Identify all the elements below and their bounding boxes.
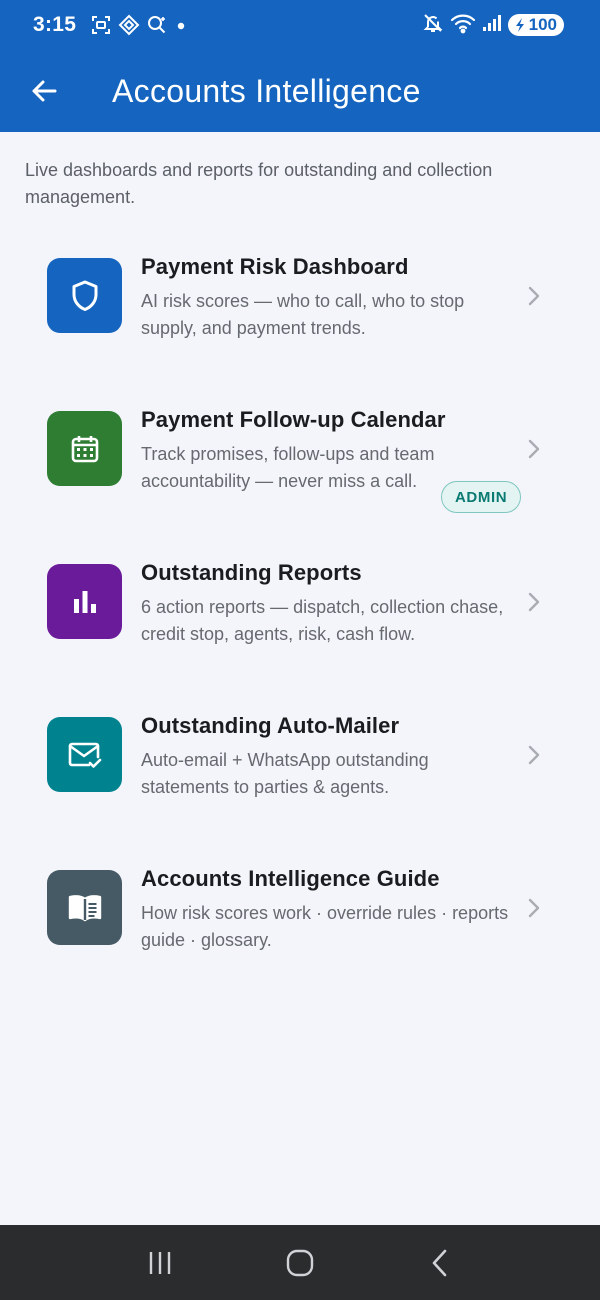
- mute-icon: [422, 12, 444, 39]
- intro-text: Live dashboards and reports for outstand…: [25, 160, 493, 207]
- system-nav-bar: [0, 1225, 600, 1300]
- dot-icon: [174, 14, 188, 36]
- menu-item-title: Outstanding Auto-Mailer: [141, 713, 400, 738]
- nav-back-button[interactable]: [405, 1233, 475, 1293]
- menu-item-description: 6 action reports — dispatch, collection …: [141, 597, 504, 644]
- menu-item-outstanding-reports[interactable]: Outstanding Reports 6 action reports — d…: [0, 536, 600, 689]
- menu-item-accounts-intelligence-guide[interactable]: Accounts Intelligence Guide How risk sco…: [0, 842, 600, 995]
- admin-badge: ADMIN: [441, 481, 522, 513]
- back-button[interactable]: [14, 61, 74, 121]
- menu-item-tile: [47, 717, 122, 792]
- arrow-left-icon: [32, 80, 57, 102]
- menu-list: Payment Risk Dashboard AI risk scores — …: [0, 230, 600, 995]
- page-title: Accounts Intelligence: [112, 72, 421, 109]
- menu-item-outstanding-auto-mailer[interactable]: Outstanding Auto-Mailer Auto-email + Wha…: [0, 689, 600, 842]
- menu-item-description: How risk scores work · override rules · …: [141, 903, 509, 950]
- search-sparkle-icon: [146, 14, 168, 36]
- calendar-icon: [71, 435, 98, 462]
- status-bar: 3:15 100: [0, 0, 600, 50]
- menu-item-tile: [47, 870, 122, 945]
- status-notification-icons: [90, 14, 188, 36]
- status-left: 3:15: [33, 13, 188, 37]
- menu-item-title: Payment Follow-up Calendar: [141, 407, 446, 432]
- status-right: 100: [422, 12, 564, 39]
- menu-item-tile: [47, 411, 122, 486]
- menu-item-tile: [47, 258, 122, 333]
- chevron-right-icon: [528, 439, 540, 459]
- battery-level: 100: [528, 15, 557, 34]
- chevron-right-icon: [528, 286, 540, 306]
- menu-item-title: Outstanding Reports: [141, 560, 362, 585]
- menu-item-title: Payment Risk Dashboard: [141, 254, 409, 279]
- mail-check-icon: [68, 742, 101, 768]
- battery-indicator: 100: [507, 14, 564, 36]
- recents-button[interactable]: [125, 1233, 195, 1293]
- chevron-right-icon: [528, 592, 540, 612]
- vpn-icon: [118, 14, 140, 36]
- signal-icon: [482, 12, 502, 39]
- chevron-right-icon: [528, 745, 540, 765]
- screenshot-icon: [90, 14, 112, 36]
- menu-item-payment-risk-dashboard[interactable]: Payment Risk Dashboard AI risk scores — …: [0, 230, 600, 383]
- home-icon: [286, 1249, 314, 1276]
- home-button[interactable]: [265, 1233, 335, 1293]
- menu-item-tile: [47, 564, 122, 639]
- menu-item-title: Accounts Intelligence Guide: [141, 866, 440, 891]
- app-bar: Accounts Intelligence: [0, 50, 600, 132]
- bar-chart-icon: [73, 590, 96, 613]
- shield-icon: [72, 280, 97, 311]
- wifi-icon: [450, 12, 476, 39]
- recents-icon: [149, 1251, 171, 1274]
- chevron-right-icon: [528, 898, 540, 918]
- book-icon: [68, 894, 101, 921]
- menu-item-payment-follow-up-calendar[interactable]: Payment Follow-up Calendar Track promise…: [0, 383, 600, 536]
- back-icon: [432, 1249, 447, 1276]
- battery-icon: [515, 18, 524, 32]
- status-time: 3:15: [33, 13, 77, 36]
- menu-item-description: Auto-email + WhatsApp outstanding statem…: [141, 750, 429, 797]
- menu-item-description: AI risk scores — who to call, who to sto…: [141, 291, 465, 338]
